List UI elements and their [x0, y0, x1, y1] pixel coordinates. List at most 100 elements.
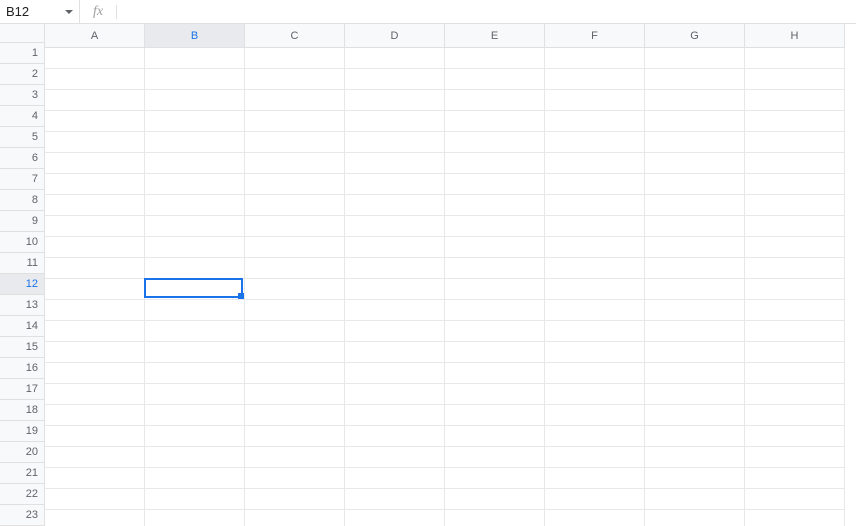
name-box[interactable]: B12 [0, 0, 80, 23]
cell-a20[interactable] [45, 447, 145, 468]
cell-g2[interactable] [645, 69, 745, 90]
cell-d4[interactable] [345, 111, 445, 132]
cell-d15[interactable] [345, 342, 445, 363]
cell-a4[interactable] [45, 111, 145, 132]
cell-g8[interactable] [645, 195, 745, 216]
cell-e2[interactable] [445, 69, 545, 90]
cell-g5[interactable] [645, 132, 745, 153]
cell-c5[interactable] [245, 132, 345, 153]
cell-g10[interactable] [645, 237, 745, 258]
cell-d1[interactable] [345, 48, 445, 69]
cell-c13[interactable] [245, 300, 345, 321]
cell-e6[interactable] [445, 153, 545, 174]
cell-g17[interactable] [645, 384, 745, 405]
cell-c10[interactable] [245, 237, 345, 258]
cell-c20[interactable] [245, 447, 345, 468]
row-header-15[interactable]: 15 [0, 337, 45, 358]
cell-e18[interactable] [445, 405, 545, 426]
cell-c11[interactable] [245, 258, 345, 279]
cell-a22[interactable] [45, 489, 145, 510]
row-header-2[interactable]: 2 [0, 64, 45, 85]
cell-a12[interactable] [45, 279, 145, 300]
cell-e14[interactable] [445, 321, 545, 342]
cell-h19[interactable] [745, 426, 845, 447]
cell-b10[interactable] [145, 237, 245, 258]
cell-h7[interactable] [745, 174, 845, 195]
cell-b6[interactable] [145, 153, 245, 174]
row-header-6[interactable]: 6 [0, 148, 45, 169]
cell-f9[interactable] [545, 216, 645, 237]
cell-h20[interactable] [745, 447, 845, 468]
cell-e15[interactable] [445, 342, 545, 363]
cell-f17[interactable] [545, 384, 645, 405]
column-header-c[interactable]: C [245, 24, 345, 48]
cell-b7[interactable] [145, 174, 245, 195]
cell-f15[interactable] [545, 342, 645, 363]
cell-e7[interactable] [445, 174, 545, 195]
row-header-3[interactable]: 3 [0, 85, 45, 106]
cell-c8[interactable] [245, 195, 345, 216]
cell-g11[interactable] [645, 258, 745, 279]
cell-g16[interactable] [645, 363, 745, 384]
cell-h5[interactable] [745, 132, 845, 153]
cell-a7[interactable] [45, 174, 145, 195]
cell-b8[interactable] [145, 195, 245, 216]
cell-e12[interactable] [445, 279, 545, 300]
row-header-23[interactable]: 23 [0, 505, 45, 526]
cell-b22[interactable] [145, 489, 245, 510]
row-header-12[interactable]: 12 [0, 274, 45, 295]
cell-a2[interactable] [45, 69, 145, 90]
cell-h6[interactable] [745, 153, 845, 174]
cell-h12[interactable] [745, 279, 845, 300]
cell-g4[interactable] [645, 111, 745, 132]
cell-a17[interactable] [45, 384, 145, 405]
cell-g20[interactable] [645, 447, 745, 468]
cell-c1[interactable] [245, 48, 345, 69]
cell-f12[interactable] [545, 279, 645, 300]
cell-c2[interactable] [245, 69, 345, 90]
cell-h1[interactable] [745, 48, 845, 69]
cell-a23[interactable] [45, 510, 145, 526]
cell-f10[interactable] [545, 237, 645, 258]
cell-e4[interactable] [445, 111, 545, 132]
cell-d13[interactable] [345, 300, 445, 321]
cell-f23[interactable] [545, 510, 645, 526]
cell-a11[interactable] [45, 258, 145, 279]
cell-h21[interactable] [745, 468, 845, 489]
cell-g21[interactable] [645, 468, 745, 489]
cell-f18[interactable] [545, 405, 645, 426]
cell-h3[interactable] [745, 90, 845, 111]
cell-f14[interactable] [545, 321, 645, 342]
cell-e22[interactable] [445, 489, 545, 510]
cell-f8[interactable] [545, 195, 645, 216]
cell-b13[interactable] [145, 300, 245, 321]
cell-e9[interactable] [445, 216, 545, 237]
cell-c3[interactable] [245, 90, 345, 111]
cell-g3[interactable] [645, 90, 745, 111]
cell-d20[interactable] [345, 447, 445, 468]
cell-e1[interactable] [445, 48, 545, 69]
cell-h11[interactable] [745, 258, 845, 279]
cell-h2[interactable] [745, 69, 845, 90]
cell-d23[interactable] [345, 510, 445, 526]
cell-b9[interactable] [145, 216, 245, 237]
cell-e16[interactable] [445, 363, 545, 384]
cell-g19[interactable] [645, 426, 745, 447]
cell-b21[interactable] [145, 468, 245, 489]
row-header-10[interactable]: 10 [0, 232, 45, 253]
cell-e5[interactable] [445, 132, 545, 153]
cell-b20[interactable] [145, 447, 245, 468]
cell-b1[interactable] [145, 48, 245, 69]
cell-a3[interactable] [45, 90, 145, 111]
cell-f19[interactable] [545, 426, 645, 447]
row-header-19[interactable]: 19 [0, 421, 45, 442]
cell-c16[interactable] [245, 363, 345, 384]
cell-h15[interactable] [745, 342, 845, 363]
cell-d12[interactable] [345, 279, 445, 300]
cell-g23[interactable] [645, 510, 745, 526]
row-header-21[interactable]: 21 [0, 463, 45, 484]
cell-a8[interactable] [45, 195, 145, 216]
cell-h17[interactable] [745, 384, 845, 405]
cell-b3[interactable] [145, 90, 245, 111]
row-header-11[interactable]: 11 [0, 253, 45, 274]
